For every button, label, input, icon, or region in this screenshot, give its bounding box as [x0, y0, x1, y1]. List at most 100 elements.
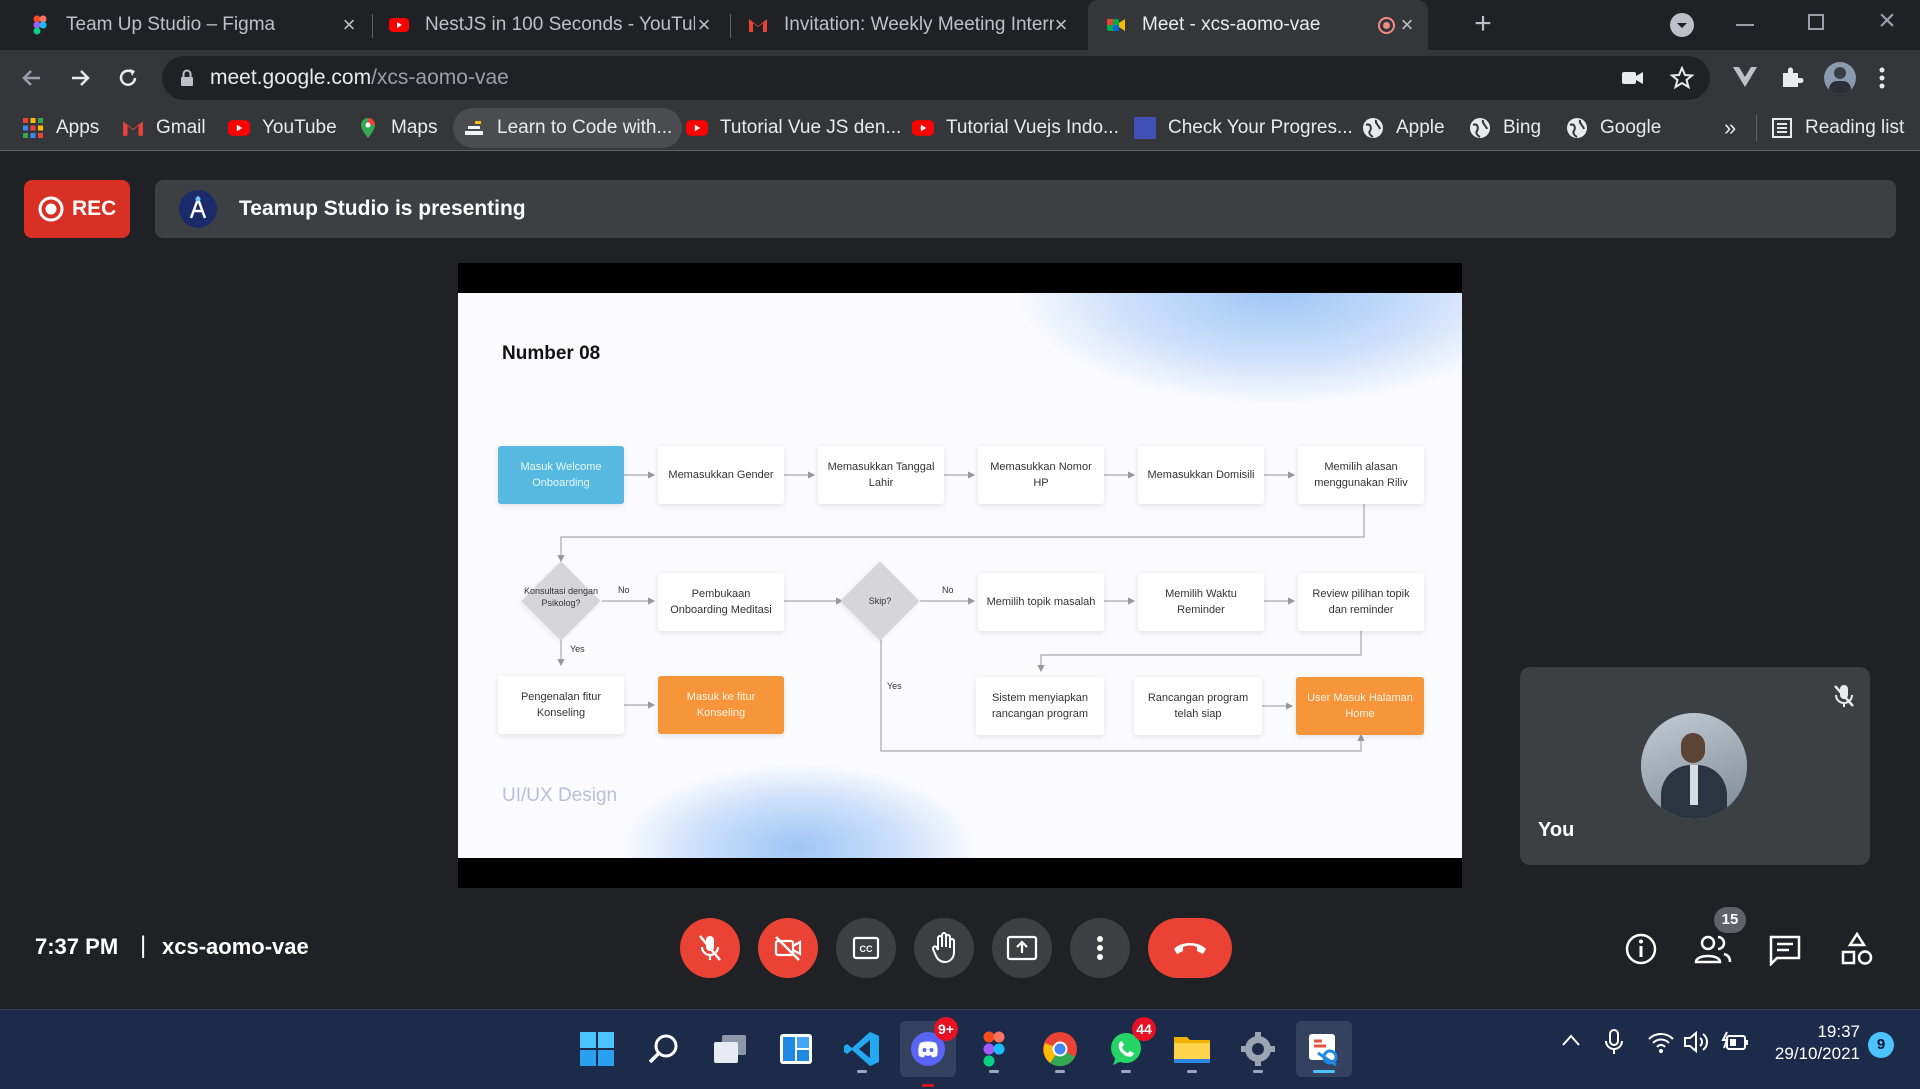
tab-title: Team Up Studio – Figma — [66, 14, 276, 35]
restore-icon[interactable] — [1808, 14, 1824, 30]
bookmark-apps[interactable]: Apps — [22, 105, 99, 151]
recording-button[interactable]: REC — [24, 180, 130, 238]
back-arrow-icon[interactable] — [20, 66, 44, 90]
edge-label-yes: Yes — [570, 644, 585, 654]
close-tab-icon[interactable]: × — [1396, 14, 1418, 36]
taskbar-vscode[interactable] — [834, 1021, 890, 1077]
apps-grid-icon — [23, 118, 43, 138]
closed-captions-icon: CC — [852, 936, 880, 960]
profile-avatar[interactable] — [1824, 62, 1856, 94]
reading-list-icon — [1772, 118, 1792, 138]
bookmark-bing[interactable]: Bing — [1469, 105, 1541, 151]
bookmark-tutorial-vuejs-indo[interactable]: Tutorial Vuejs Indo... — [912, 105, 1119, 151]
activities-icon[interactable] — [1840, 932, 1874, 966]
microphone-icon[interactable] — [1604, 1028, 1624, 1056]
start-button[interactable] — [569, 1021, 625, 1077]
bookmark-google[interactable]: Google — [1566, 105, 1661, 151]
bookmark-label: Check Your Progres... — [1168, 117, 1353, 138]
svg-text:CC: CC — [860, 944, 873, 954]
bookmark-apple[interactable]: Apple — [1362, 105, 1445, 151]
flow-node: Memasukkan Domisili — [1138, 446, 1264, 504]
close-tab-icon[interactable]: × — [338, 14, 360, 36]
bookmark-check-progress[interactable]: Check Your Progres... — [1134, 105, 1353, 151]
taskbar-figma[interactable] — [966, 1021, 1022, 1077]
taskbar-clock-date[interactable]: 29/10/2021 — [1760, 1044, 1860, 1064]
bookmark-star-icon[interactable] — [1670, 66, 1694, 90]
taskbar-file-explorer[interactable] — [1164, 1021, 1220, 1077]
close-window-icon[interactable]: × — [1872, 6, 1902, 36]
chrome-menu-icon[interactable] — [1878, 66, 1886, 90]
whatsapp-notification-badge: 44 — [1132, 1017, 1156, 1041]
leave-call-button[interactable] — [1148, 918, 1232, 978]
address-bar[interactable]: meet.google.com/xcs-aomo-vae — [162, 56, 1710, 100]
taskbar-chrome[interactable] — [1032, 1021, 1088, 1077]
settings-gear-icon — [1241, 1032, 1275, 1066]
tab-figma[interactable]: Team Up Studio – Figma × — [30, 0, 360, 50]
running-indicator — [1121, 1070, 1131, 1073]
taskbar-search-button[interactable] — [636, 1021, 692, 1077]
reading-list-button[interactable]: Reading list — [1771, 105, 1904, 151]
camera-toggle-button[interactable] — [758, 918, 818, 978]
tab-search-icon[interactable] — [1670, 13, 1694, 37]
figma-icon — [33, 15, 47, 35]
self-avatar — [1641, 713, 1747, 819]
new-tab-button[interactable]: + — [1468, 9, 1498, 40]
lock-icon[interactable] — [180, 69, 194, 87]
vue-devtools-icon[interactable] — [1732, 66, 1758, 88]
volume-icon[interactable] — [1683, 1030, 1711, 1054]
taskbar-snipping-tool[interactable] — [1296, 1021, 1352, 1077]
meeting-info-icon[interactable] — [1624, 932, 1658, 966]
extensions-puzzle-icon[interactable] — [1780, 65, 1804, 89]
taskbar-clock-time[interactable]: 19:37 — [1760, 1022, 1860, 1042]
tab-gmail[interactable]: Invitation: Weekly Meeting Internal × — [748, 0, 1072, 50]
tab-meet[interactable]: Meet - xcs-aomo-vae × — [1088, 0, 1428, 50]
chat-icon[interactable] — [1768, 934, 1802, 966]
self-video-tile[interactable]: You — [1520, 667, 1870, 865]
bookmark-learn-to-code[interactable]: Learn to Code with... — [453, 108, 683, 148]
more-options-button[interactable] — [1070, 918, 1130, 978]
tab-youtube[interactable]: NestJS in 100 Seconds - YouTube × — [389, 0, 715, 50]
participants-button[interactable]: 15 — [1694, 907, 1746, 966]
youtube-icon — [912, 120, 934, 136]
globe-icon — [1363, 118, 1383, 138]
bookmark-label: Apple — [1396, 117, 1445, 138]
bookmarks-overflow-button[interactable]: » — [1724, 105, 1736, 151]
flow-node: Memilih topik masalah — [978, 573, 1104, 631]
attention-indicator — [922, 1084, 934, 1087]
bookmark-tutorial-vue[interactable]: Tutorial Vue JS den... — [686, 105, 901, 151]
chevron-up-icon[interactable] — [1560, 1032, 1582, 1048]
task-view-button[interactable] — [702, 1021, 758, 1077]
notification-center-badge[interactable]: 9 — [1868, 1032, 1894, 1058]
people-icon — [1694, 935, 1732, 964]
wifi-icon[interactable] — [1647, 1030, 1675, 1054]
taskbar-settings[interactable] — [1230, 1021, 1286, 1077]
widgets-button[interactable] — [768, 1021, 824, 1077]
forward-arrow-icon[interactable] — [68, 66, 92, 90]
captions-button[interactable]: CC — [836, 918, 896, 978]
raise-hand-button[interactable] — [914, 918, 974, 978]
minimize-icon[interactable] — [1736, 24, 1754, 26]
reload-icon[interactable] — [116, 66, 140, 90]
search-icon — [648, 1034, 678, 1064]
flow-node: Memasukkan Tanggal Lahir — [818, 446, 944, 504]
edge-label-yes: Yes — [887, 681, 902, 691]
bookmark-youtube[interactable]: YouTube — [228, 105, 337, 151]
details-separator: | — [140, 932, 147, 959]
youtube-icon — [686, 120, 708, 136]
freecodecamp-icon — [465, 121, 483, 135]
tab-divider — [372, 14, 373, 38]
mic-off-icon — [699, 935, 721, 961]
flow-node: User Masuk Halaman Home — [1296, 677, 1424, 735]
battery-charging-icon[interactable] — [1721, 1030, 1749, 1054]
present-now-button[interactable] — [992, 918, 1052, 978]
bookmark-gmail[interactable]: Gmail — [122, 105, 206, 151]
self-label: You — [1538, 819, 1575, 841]
camera-in-use-icon[interactable] — [1622, 68, 1644, 88]
bookmark-maps[interactable]: Maps — [357, 105, 437, 151]
taskbar-discord[interactable]: 9+ — [900, 1017, 958, 1087]
close-tab-icon[interactable]: × — [693, 14, 715, 36]
edge-label-no: No — [942, 585, 954, 595]
mic-toggle-button[interactable] — [680, 918, 740, 978]
taskbar-whatsapp[interactable]: 44 — [1098, 1017, 1156, 1077]
close-tab-icon[interactable]: × — [1050, 14, 1072, 36]
